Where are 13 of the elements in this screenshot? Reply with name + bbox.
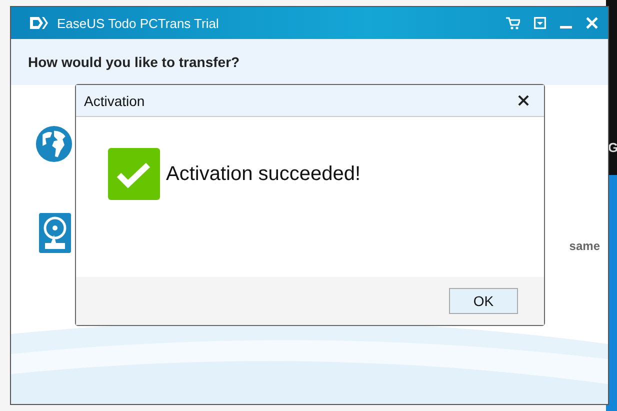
desktop-text: G (608, 140, 617, 155)
message: Activation succeeded! (166, 162, 361, 186)
ok-button[interactable]: OK (449, 288, 518, 314)
close-icon[interactable] (518, 95, 529, 106)
heading: How would you like to transfer? (28, 54, 240, 70)
option-text: same (569, 239, 600, 253)
cart-icon[interactable] (506, 16, 520, 30)
globe-icon (35, 125, 73, 163)
logo-icon (29, 15, 49, 31)
window-title: EaseUS Todo PCTrans Trial (57, 16, 219, 30)
dropdown-icon[interactable] (534, 17, 546, 29)
dialog-title: Activation (84, 92, 145, 108)
check-icon (108, 148, 160, 200)
